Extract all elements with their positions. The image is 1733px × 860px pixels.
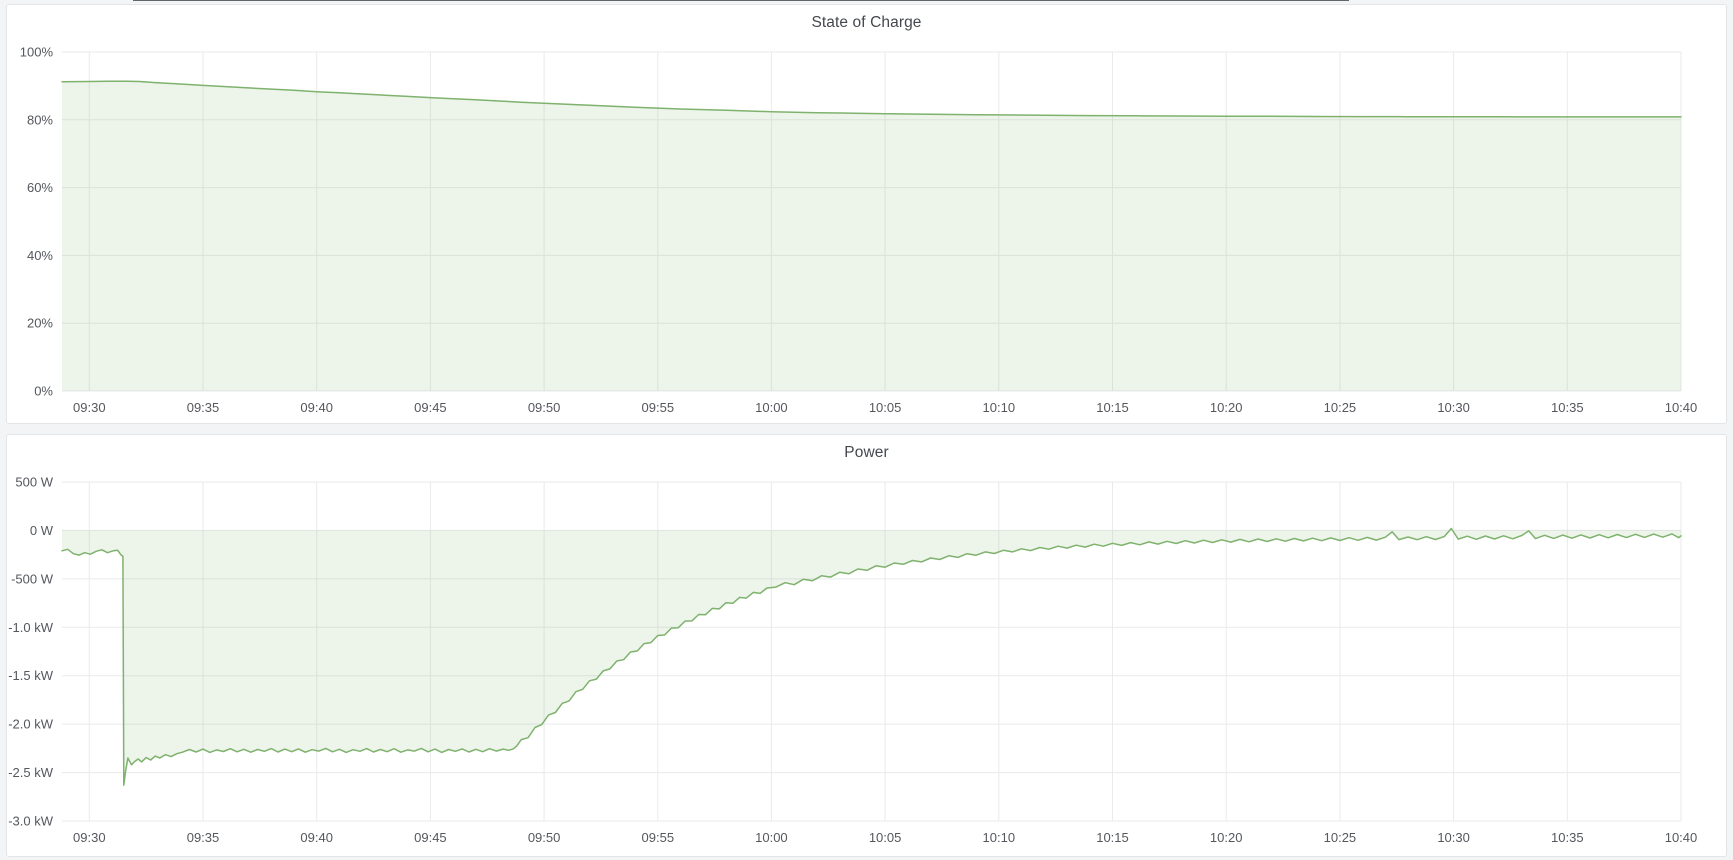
x-tick-label: 10:05 [869,400,902,415]
state-of-charge-chart[interactable]: 09:30 09:35 09:40 09:45 09:50 09:55 10:00 10:05… [7,5,1726,423]
x-tick-label: 10:35 [1551,830,1584,845]
x-tick-label: 10:10 [983,830,1016,845]
y-tick-label: -2.5 kW [8,765,54,780]
x-tick-label: 09:50 [528,830,561,845]
x-tick-label: 09:40 [300,830,333,845]
x-tick-label: 10:25 [1324,400,1357,415]
x-tick-label: 10:25 [1324,830,1357,845]
x-tick-label: 10:35 [1551,400,1584,415]
y-tick-label: 60% [27,180,53,195]
x-tick-label: 10:10 [983,400,1016,415]
x-tick-label: 10:20 [1210,830,1243,845]
panel-power: Power 09:30 09:35 09:40 09:45 09:50 09:55 10:0… [6,434,1727,857]
x-tick-label: 09:55 [642,830,675,845]
panel-state-of-charge: State of Charge 09:30 09:35 09:40 09:45 09:5… [6,4,1727,424]
panel-title-power[interactable]: Power [7,444,1726,462]
x-tick-label: 10:15 [1096,830,1129,845]
x-tick-label: 10:30 [1437,400,1470,415]
x-tick-label: 10:40 [1665,400,1698,415]
y-tick-label: -1.0 kW [8,620,54,635]
x-tick-label: 09:35 [187,830,220,845]
x-tick-label: 10:05 [869,830,902,845]
x-tick-label: 09:45 [414,400,447,415]
x-tick-label: 09:55 [642,400,675,415]
x-tick-label: 10:00 [755,830,788,845]
x-tick-label: 10:00 [755,400,788,415]
x-tick-label: 10:30 [1437,830,1470,845]
y-tick-label: 80% [27,112,53,127]
x-tick-label: 09:40 [300,400,333,415]
panel-title-state-of-charge[interactable]: State of Charge [7,14,1726,32]
y-tick-label: 0% [34,384,53,399]
x-tick-label: 09:45 [414,830,447,845]
power-area-fill [62,529,1681,786]
x-tick-label: 10:20 [1210,400,1243,415]
x-tick-label: 09:35 [187,400,220,415]
state-of-charge-area-fill [62,81,1681,391]
y-tick-label: -3.0 kW [8,814,54,829]
power-chart[interactable]: 09:30 09:35 09:40 09:45 09:50 09:55 10:00 10:05… [7,435,1726,856]
y-tick-label: -1.5 kW [8,668,54,683]
x-tick-label: 09:50 [528,400,561,415]
y-tick-label: 0 W [30,523,54,538]
y-tick-label: 500 W [15,475,53,490]
top-edge-artifact-line [133,0,1349,1]
x-tick-label: 10:40 [1665,830,1698,845]
y-tick-label: 20% [27,316,53,331]
x-tick-label: 10:15 [1096,400,1129,415]
x-tick-label: 09:30 [73,830,106,845]
x-tick-label: 09:30 [73,400,106,415]
y-tick-label: -500 W [11,571,54,586]
y-tick-label: -2.0 kW [8,717,54,732]
y-tick-label: 40% [27,248,53,263]
y-tick-label: 100% [20,45,54,60]
